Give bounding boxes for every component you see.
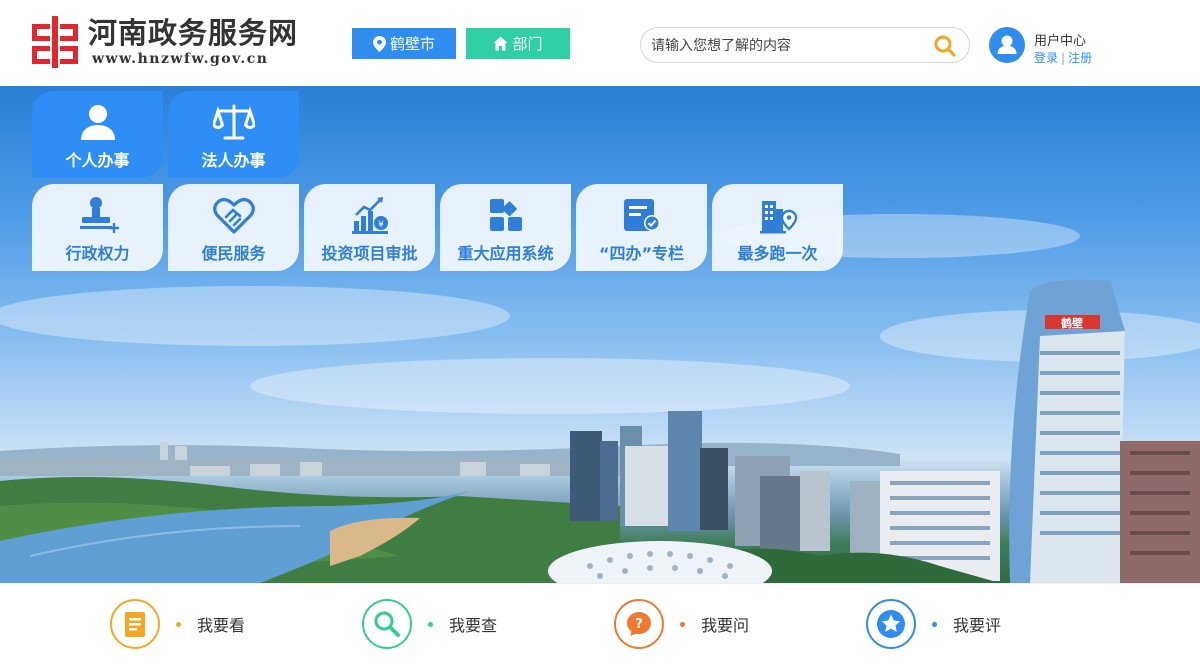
bullet-dot	[680, 621, 685, 627]
tile-label: 法人办事	[201, 151, 266, 170]
register-link[interactable]: 注册	[1068, 51, 1092, 65]
tile-label: 重大应用系统	[457, 244, 554, 263]
nav-label: 我要查	[449, 616, 498, 635]
tile-label: “四办”专栏	[598, 244, 685, 263]
document-icon	[125, 612, 145, 637]
tile-administrative-power[interactable]: 行政权力	[32, 184, 163, 271]
svg-text:?: ?	[635, 617, 643, 632]
nav-ask[interactable]: ? 我要问	[614, 598, 749, 650]
tile-investment-approval[interactable]: ¥ 投资项目审批	[304, 184, 435, 271]
tile-label: 便民服务	[201, 244, 266, 263]
tile-major-application-systems[interactable]: 重大应用系统	[440, 184, 571, 271]
person-icon	[80, 105, 115, 140]
nav-label: 我要问	[701, 616, 750, 635]
handshake-icon	[212, 198, 255, 234]
tile-label: 最多跑一次	[737, 244, 818, 263]
tile-personal-affairs[interactable]: 个人办事	[32, 91, 163, 178]
home-icon	[493, 36, 508, 51]
bullet-dot	[428, 621, 433, 627]
bullet-dot	[932, 621, 937, 627]
department-button[interactable]: 部门	[466, 28, 570, 59]
department-label: 部门	[512, 35, 543, 53]
nav-label: 我要评	[953, 616, 1002, 635]
auth-links: 登录 | 注册	[1034, 49, 1092, 66]
site-logo[interactable]: 河南政务服务网 www.hnzwfw.gov.cn	[30, 14, 298, 70]
tile-legal-entity-affairs[interactable]: 法人办事	[168, 91, 299, 178]
city-label: 鹤壁市	[389, 35, 435, 53]
government-emblem-icon	[30, 14, 80, 70]
nav-search[interactable]: 我要查	[362, 598, 497, 650]
stamp-icon	[79, 197, 119, 233]
login-link[interactable]: 登录	[1034, 51, 1058, 65]
tower-sign: 鹤壁	[1061, 316, 1083, 330]
search-icon	[934, 35, 956, 57]
tile-label: 个人办事	[65, 151, 130, 170]
hero-banner: 鹤壁 个人办事 法人办事 行政权力 便民服务 ¥ 投资项目审批 重大应用系统 “…	[0, 86, 1200, 583]
search-input[interactable]	[651, 35, 921, 57]
user-icon	[997, 35, 1017, 54]
tile-one-visit-at-most[interactable]: 最多跑一次	[712, 184, 843, 271]
scales-icon	[212, 104, 255, 140]
question-icon: ?	[627, 612, 651, 636]
checklist-icon	[623, 199, 660, 231]
site-header: 河南政务服务网 www.hnzwfw.gov.cn 鹤壁市 部门 用户中心	[0, 0, 1200, 86]
magnifier-icon	[374, 611, 400, 637]
user-center-title[interactable]: 用户中心	[1034, 30, 1086, 49]
tile-convenience-services[interactable]: 便民服务	[168, 184, 299, 271]
user-avatar[interactable]	[989, 27, 1025, 63]
nav-evaluate[interactable]: 我要评	[866, 598, 1001, 650]
link-separator: |	[1061, 51, 1066, 65]
city-selector-button[interactable]: 鹤壁市	[352, 28, 456, 59]
tile-label: 投资项目审批	[321, 244, 418, 263]
site-title: 河南政务服务网	[88, 16, 299, 50]
star-icon	[877, 610, 905, 638]
search-button[interactable]	[933, 34, 957, 58]
location-pin-icon	[372, 35, 386, 52]
svg-text:¥: ¥	[378, 220, 384, 230]
search-box	[640, 27, 970, 63]
tile-label: 行政权力	[65, 244, 130, 263]
app-grid-icon	[489, 199, 522, 231]
tile-four-offices-column[interactable]: “四办”专栏	[576, 184, 707, 271]
site-url: www.hnzwfw.gov.cn	[92, 51, 269, 67]
bullet-dot	[176, 621, 181, 627]
bottom-quick-nav: 我要看 我要查 ? 我要问 我要评	[0, 583, 1200, 663]
building-location-icon	[759, 201, 797, 234]
growth-chart-icon: ¥	[351, 197, 388, 234]
nav-view[interactable]: 我要看	[110, 598, 245, 650]
nav-label: 我要看	[197, 616, 246, 635]
